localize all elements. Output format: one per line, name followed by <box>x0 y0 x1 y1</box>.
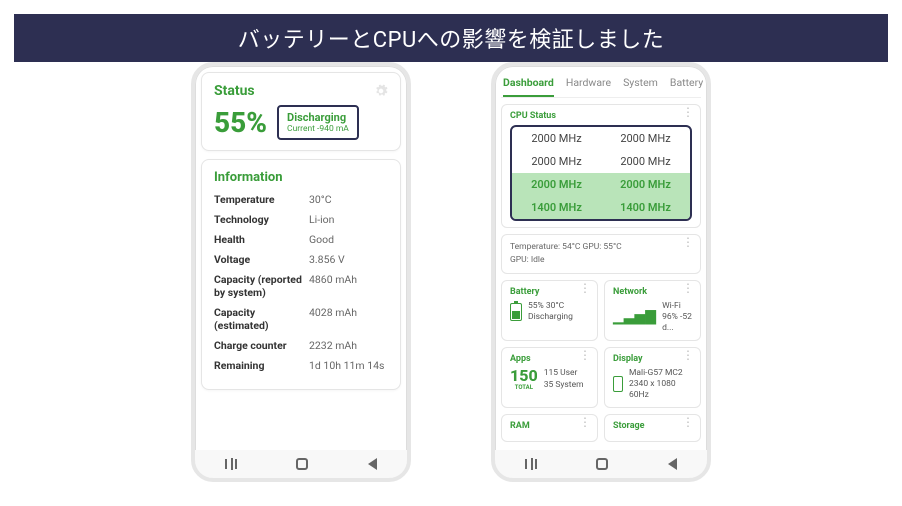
tab-hardware[interactable]: Hardware <box>566 76 611 97</box>
more-icon[interactable]: ⋮ <box>579 419 591 425</box>
discharge-box: Discharging Current -940 mA <box>277 105 359 140</box>
tab-system[interactable]: System <box>623 76 658 97</box>
info-row: HealthGood <box>214 233 388 246</box>
discharge-current: Current -940 mA <box>287 124 349 134</box>
tabs: Dashboard Hardware System Battery <box>501 72 701 98</box>
more-icon[interactable]: ⋮ <box>579 352 591 358</box>
phone2-content: Dashboard Hardware System Battery CPU St… <box>495 66 707 450</box>
stage: Status 55% Discharging Current -940 mA I… <box>0 52 902 506</box>
cpu-title: CPU Status <box>510 111 692 121</box>
battery-mini-card[interactable]: Battery ⋮ 55% 30°CDischarging <box>501 280 598 341</box>
info-row: Remaining1d 10h 11m 14s <box>214 359 388 372</box>
more-icon[interactable]: ⋮ <box>682 285 694 291</box>
info-row: Voltage3.856 V <box>214 253 388 266</box>
android-navbar <box>195 450 407 478</box>
phone-dashboard: Dashboard Hardware System Battery CPU St… <box>491 62 711 482</box>
apps-count: 150 <box>510 368 538 384</box>
display-mini-card[interactable]: Display ⋮ Mali-G57 MC22340 x 108060Hz <box>604 347 701 408</box>
nav-recent-icon[interactable] <box>225 459 237 469</box>
info-row: Temperature30°C <box>214 193 388 206</box>
discharge-state: Discharging <box>287 111 349 124</box>
network-mini-card[interactable]: Network ⋮ ▁▃▅▇ Wi-Fi96% -52 d... <box>604 280 701 341</box>
phone1-content: Status 55% Discharging Current -940 mA I… <box>195 66 407 450</box>
temp-card: ⋮ Temperature: 54°C GPU: 55°C GPU: Idle <box>501 234 701 274</box>
info-title: Information <box>214 170 388 185</box>
android-navbar <box>495 450 707 478</box>
status-card: Status 55% Discharging Current -940 mA <box>201 72 401 151</box>
storage-mini-card[interactable]: Storage ⋮ <box>604 414 701 442</box>
more-icon[interactable]: ⋮ <box>682 352 694 358</box>
status-title: Status <box>214 83 255 99</box>
battery-percent: 55% <box>214 106 267 139</box>
nav-back-icon[interactable] <box>668 458 677 470</box>
more-icon[interactable]: ⋮ <box>682 239 694 245</box>
info-row: Capacity (reported by system)4860 mAh <box>214 273 388 299</box>
gear-icon[interactable] <box>374 84 388 98</box>
info-row: TechnologyLi-ion <box>214 213 388 226</box>
more-icon[interactable]: ⋮ <box>682 109 694 115</box>
display-icon <box>613 376 623 392</box>
temp-line1: Temperature: 54°C GPU: 55°C <box>510 241 692 254</box>
tab-battery[interactable]: Battery <box>670 76 703 97</box>
phone-battery: Status 55% Discharging Current -940 mA I… <box>191 62 411 482</box>
info-row: Capacity (estimated)4028 mAh <box>214 306 388 332</box>
nav-home-icon[interactable] <box>296 458 308 470</box>
cpu-card: CPU Status ⋮ 2000 MHz2000 MHz 2000 MHz20… <box>501 104 701 228</box>
apps-mini-card[interactable]: Apps ⋮ 150 TOTAL 115 User35 System <box>501 347 598 408</box>
info-card: Information Temperature30°C TechnologyLi… <box>201 159 401 390</box>
battery-icon <box>510 303 522 321</box>
info-row: Charge counter2232 mAh <box>214 339 388 352</box>
nav-back-icon[interactable] <box>368 458 377 470</box>
cpu-grid: 2000 MHz2000 MHz 2000 MHz2000 MHz 2000 M… <box>510 125 692 221</box>
nav-home-icon[interactable] <box>596 458 608 470</box>
tab-dashboard[interactable]: Dashboard <box>503 76 554 97</box>
ram-mini-card[interactable]: RAM ⋮ <box>501 414 598 442</box>
more-icon[interactable]: ⋮ <box>579 285 591 291</box>
temp-line2: GPU: Idle <box>510 254 692 267</box>
more-icon[interactable]: ⋮ <box>682 419 694 425</box>
nav-recent-icon[interactable] <box>525 459 537 469</box>
wifi-icon: ▁▃▅▇ <box>613 309 656 325</box>
